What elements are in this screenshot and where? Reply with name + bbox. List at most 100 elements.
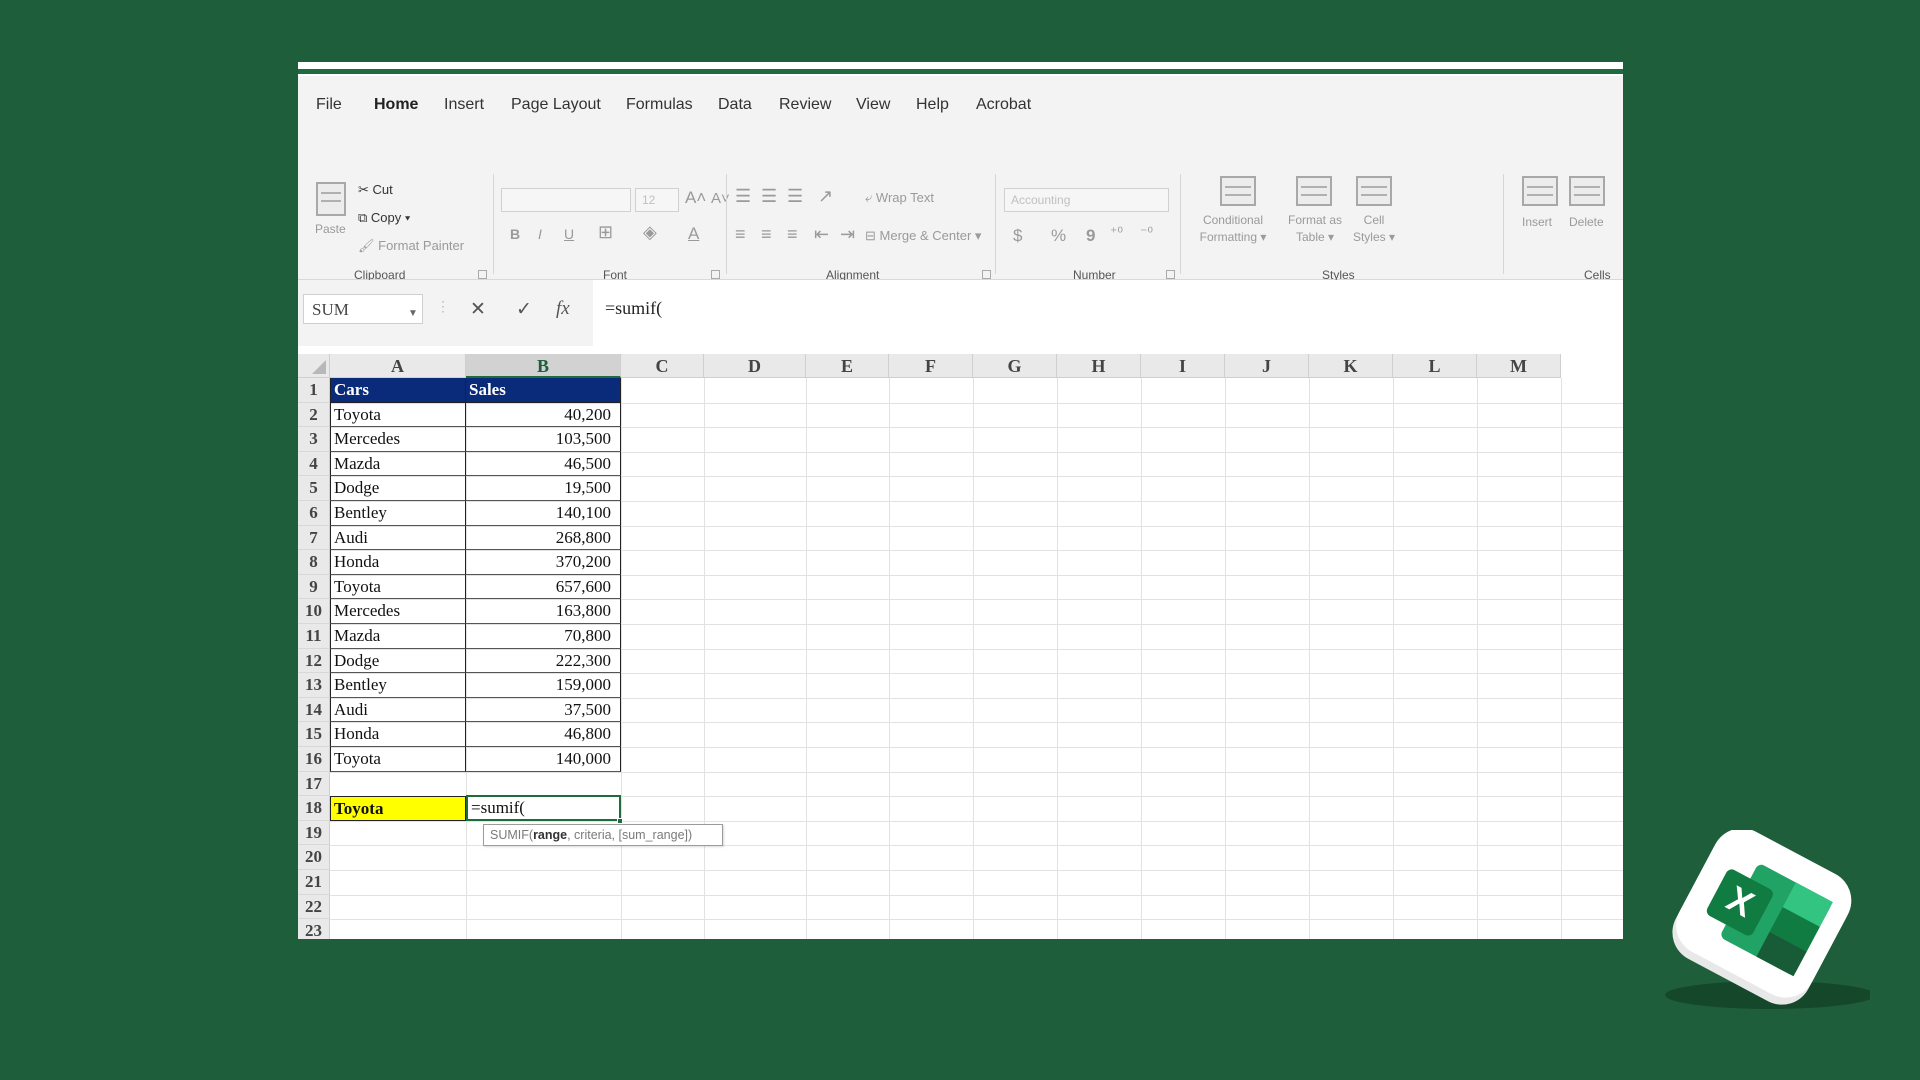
row-header-21[interactable]: 21 <box>298 870 330 895</box>
paste-icon[interactable] <box>316 182 346 216</box>
row-header-17[interactable]: 17 <box>298 771 330 797</box>
row-header-13[interactable]: 13 <box>298 673 330 698</box>
column-header-d[interactable]: D <box>704 354 806 378</box>
cell-styles-icon[interactable] <box>1356 176 1392 206</box>
menu-file[interactable]: File <box>316 96 342 114</box>
header-cell-sales[interactable]: Sales <box>466 378 621 403</box>
name-box[interactable]: SUM <box>303 294 423 324</box>
bold-button[interactable]: B <box>510 226 520 242</box>
orientation-icon[interactable]: ↗ <box>818 186 833 207</box>
insert-cells-button[interactable]: Insert <box>1522 215 1552 229</box>
grow-font-button[interactable]: A˄ <box>685 188 706 208</box>
car-name-cell[interactable]: Toyota <box>330 574 466 600</box>
select-all-corner[interactable] <box>298 354 330 378</box>
italic-button[interactable]: I <box>538 226 542 242</box>
column-header-h[interactable]: H <box>1057 354 1141 378</box>
car-name-cell[interactable]: Dodge <box>330 476 466 501</box>
column-header-k[interactable]: K <box>1309 354 1393 378</box>
wrap-text-button[interactable]: ⤶ Wrap Text <box>865 190 934 206</box>
menu-insert[interactable]: Insert <box>444 96 484 114</box>
row-header-23[interactable]: 23 <box>298 919 330 939</box>
row-header-15[interactable]: 15 <box>298 722 330 747</box>
car-name-cell[interactable]: Honda <box>330 550 466 575</box>
car-name-cell[interactable]: Bentley <box>330 673 466 698</box>
bottom-align-icon[interactable]: ☰ <box>787 186 803 207</box>
column-header-c[interactable]: C <box>621 354 704 378</box>
row-header-2[interactable]: 2 <box>298 402 330 428</box>
menu-acrobat[interactable]: Acrobat <box>976 96 1031 114</box>
sales-value-cell[interactable]: 46,800 <box>466 722 621 747</box>
font-dialog-launcher[interactable] <box>711 270 720 279</box>
sales-value-cell[interactable]: 103,500 <box>466 427 621 452</box>
sales-value-cell[interactable]: 159,000 <box>466 673 621 698</box>
car-name-cell[interactable]: Honda <box>330 722 466 747</box>
cut-button[interactable]: ✂ Cut <box>358 182 393 198</box>
decrease-indent-icon[interactable]: ⇤ <box>814 224 829 245</box>
menu-page-layout[interactable]: Page Layout <box>511 96 601 114</box>
car-name-cell[interactable]: Mazda <box>330 624 466 649</box>
font-color-button[interactable]: A <box>688 224 699 244</box>
row-header-12[interactable]: 12 <box>298 648 330 674</box>
sales-value-cell[interactable]: 268,800 <box>466 525 621 551</box>
car-name-cell[interactable]: Mercedes <box>330 427 466 452</box>
sales-value-cell[interactable]: 140,000 <box>466 747 621 772</box>
row-header-16[interactable]: 16 <box>298 747 330 772</box>
menu-review[interactable]: Review <box>779 96 831 114</box>
merge-center-button[interactable]: ⊟ Merge & Center ▾ <box>865 228 981 244</box>
insert-cells-icon[interactable] <box>1522 176 1558 206</box>
car-name-cell[interactable]: Toyota <box>330 402 466 428</box>
alignment-dialog-launcher[interactable] <box>982 270 991 279</box>
font-name-combo[interactable] <box>501 188 631 212</box>
enter-entry-button[interactable]: ✓ <box>516 298 532 321</box>
car-name-cell[interactable]: Audi <box>330 697 466 723</box>
middle-align-icon[interactable]: ☰ <box>761 186 777 207</box>
align-left-icon[interactable]: ≡ <box>735 224 746 245</box>
sales-value-cell[interactable]: 19,500 <box>466 476 621 501</box>
sales-value-cell[interactable]: 46,500 <box>466 451 621 477</box>
row-header-14[interactable]: 14 <box>298 697 330 723</box>
increase-indent-icon[interactable]: ⇥ <box>840 224 855 245</box>
delete-cells-icon[interactable] <box>1569 176 1605 206</box>
sales-value-cell[interactable]: 70,800 <box>466 624 621 649</box>
row-header-19[interactable]: 19 <box>298 820 330 846</box>
decrease-decimal-icon[interactable]: ⁻⁰ <box>1140 224 1153 241</box>
sales-value-cell[interactable]: 37,500 <box>466 697 621 723</box>
fill-color-icon[interactable]: ◈ <box>643 222 657 243</box>
format-as-table-icon[interactable] <box>1296 176 1332 206</box>
row-header-20[interactable]: 20 <box>298 845 330 870</box>
borders-icon[interactable]: ⊞ <box>598 222 613 243</box>
menu-view[interactable]: View <box>856 96 890 114</box>
row-header-1[interactable]: 1 <box>298 378 330 403</box>
column-header-i[interactable]: I <box>1141 354 1225 378</box>
font-size-combo[interactable]: 12 <box>635 188 679 212</box>
car-name-cell[interactable]: Mazda <box>330 451 466 477</box>
number-dialog-launcher[interactable] <box>1166 270 1175 279</box>
car-name-cell[interactable]: Dodge <box>330 648 466 674</box>
criteria-cell-a18[interactable]: Toyota <box>330 796 466 821</box>
delete-cells-button[interactable]: Delete <box>1569 215 1604 229</box>
name-box-dropdown-icon[interactable]: ▼ <box>408 308 418 319</box>
clipboard-dialog-launcher[interactable] <box>478 270 487 279</box>
column-header-b[interactable]: B <box>466 354 621 378</box>
sales-value-cell[interactable]: 40,200 <box>466 402 621 428</box>
copy-button[interactable]: ⧉ Copy ▾ <box>358 210 410 226</box>
menu-home[interactable]: Home <box>374 96 418 114</box>
cell-styles-button[interactable]: Cell Styles ▾ <box>1348 212 1400 246</box>
column-header-l[interactable]: L <box>1393 354 1477 378</box>
top-align-icon[interactable]: ☰ <box>735 186 751 207</box>
underline-button[interactable]: U <box>564 226 574 242</box>
row-header-8[interactable]: 8 <box>298 550 330 575</box>
menu-formulas[interactable]: Formulas <box>626 96 693 114</box>
sales-value-cell[interactable]: 370,200 <box>466 550 621 575</box>
row-header-22[interactable]: 22 <box>298 894 330 920</box>
formula-input[interactable]: =sumif( <box>593 280 1623 346</box>
align-center-icon[interactable]: ≡ <box>761 224 772 245</box>
row-header-10[interactable]: 10 <box>298 599 330 624</box>
sales-value-cell[interactable]: 657,600 <box>466 574 621 600</box>
percent-button[interactable]: % <box>1051 226 1066 246</box>
align-right-icon[interactable]: ≡ <box>787 224 798 245</box>
sales-value-cell[interactable]: 222,300 <box>466 648 621 674</box>
insert-function-button[interactable]: fx <box>556 298 570 320</box>
sales-value-cell[interactable]: 140,100 <box>466 501 621 526</box>
column-header-g[interactable]: G <box>973 354 1057 378</box>
